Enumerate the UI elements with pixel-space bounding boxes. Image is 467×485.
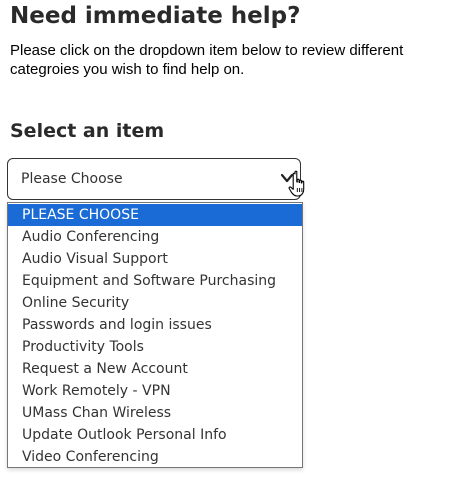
dropdown-option[interactable]: Request a New Account <box>8 358 302 380</box>
dropdown-option[interactable]: UMass Chan Wireless <box>8 402 302 424</box>
dropdown-option[interactable]: Audio Conferencing <box>8 226 302 248</box>
intro-text: Please click on the dropdown item below … <box>10 42 404 78</box>
dropdown-option[interactable]: PLEASE CHOOSE <box>8 204 302 226</box>
dropdown-option[interactable]: Update Outlook Personal Info <box>8 424 302 446</box>
dropdown-option[interactable]: Audio Visual Support <box>8 248 302 270</box>
select-value: Please Choose <box>21 171 123 187</box>
dropdown-option[interactable]: Passwords and login issues <box>8 314 302 336</box>
hand-pointer-cursor-icon <box>288 170 305 197</box>
dropdown-option[interactable]: Work Remotely - VPN <box>8 380 302 402</box>
category-select[interactable]: Please Choose <box>7 158 301 200</box>
dropdown-option[interactable]: Productivity Tools <box>8 336 302 358</box>
help-page: Need immediate help? Please click on the… <box>0 0 467 485</box>
dropdown-option[interactable]: Video Conferencing <box>8 446 302 468</box>
select-label: Select an item <box>10 120 165 142</box>
dropdown-option[interactable]: Online Security <box>8 292 302 314</box>
dropdown-list[interactable]: PLEASE CHOOSE Audio Conferencing Audio Vis… <box>7 202 303 468</box>
dropdown-option[interactable]: Equipment and Software Purchasing <box>8 270 302 292</box>
page-title: Need immediate help? <box>10 3 301 29</box>
